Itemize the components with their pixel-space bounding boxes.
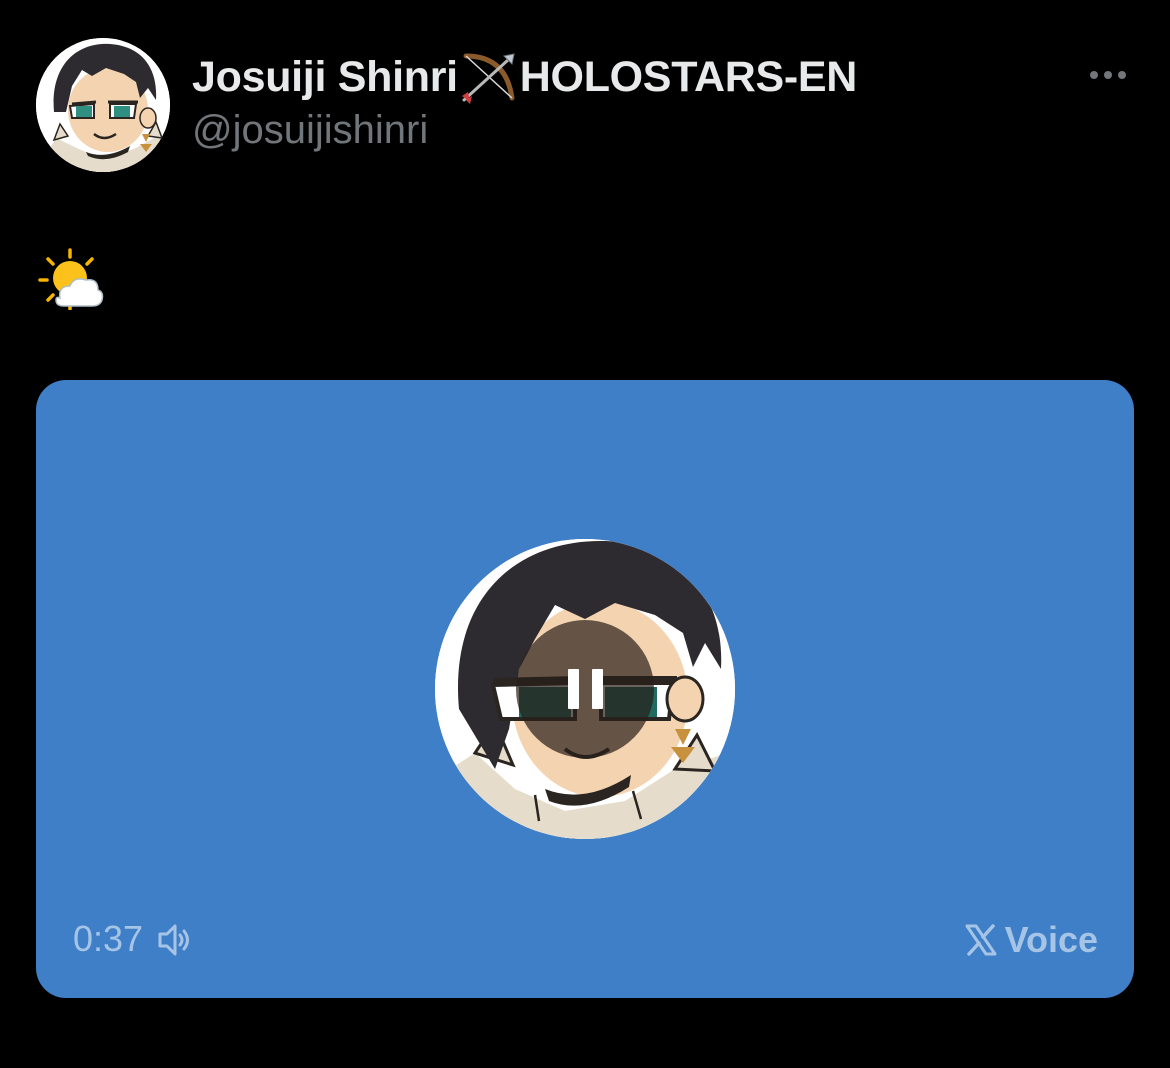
author-avatar[interactable]: [36, 38, 170, 172]
pause-icon: [567, 669, 579, 709]
voice-brand: Voice: [965, 918, 1098, 962]
more-options-icon-dot: [1090, 71, 1098, 79]
bow-and-arrow-icon: [460, 50, 518, 104]
voice-duration: 0:37: [73, 918, 144, 959]
sun-behind-cloud-icon: [38, 248, 104, 310]
pause-button[interactable]: [516, 620, 654, 758]
author-display-name[interactable]: Josuiji Shinri HOLOSTARS-EN: [192, 50, 857, 104]
pause-icon: [591, 669, 603, 709]
more-options-icon-dot: [1104, 71, 1112, 79]
more-options-button[interactable]: [1080, 58, 1136, 92]
more-options-icon-dot: [1118, 71, 1126, 79]
voice-card[interactable]: 0:37 Voice: [36, 380, 1134, 998]
voice-brand-label: Voice: [1004, 919, 1098, 960]
author-handle[interactable]: @josuijishinri: [192, 108, 428, 153]
x-logo-icon: [965, 924, 997, 956]
author-avatar-image: [36, 38, 170, 172]
author-affiliation-text: HOLOSTARS-EN: [519, 52, 858, 101]
author-name-text: Josuiji Shinri: [192, 52, 458, 101]
speaker-icon[interactable]: [156, 921, 194, 959]
